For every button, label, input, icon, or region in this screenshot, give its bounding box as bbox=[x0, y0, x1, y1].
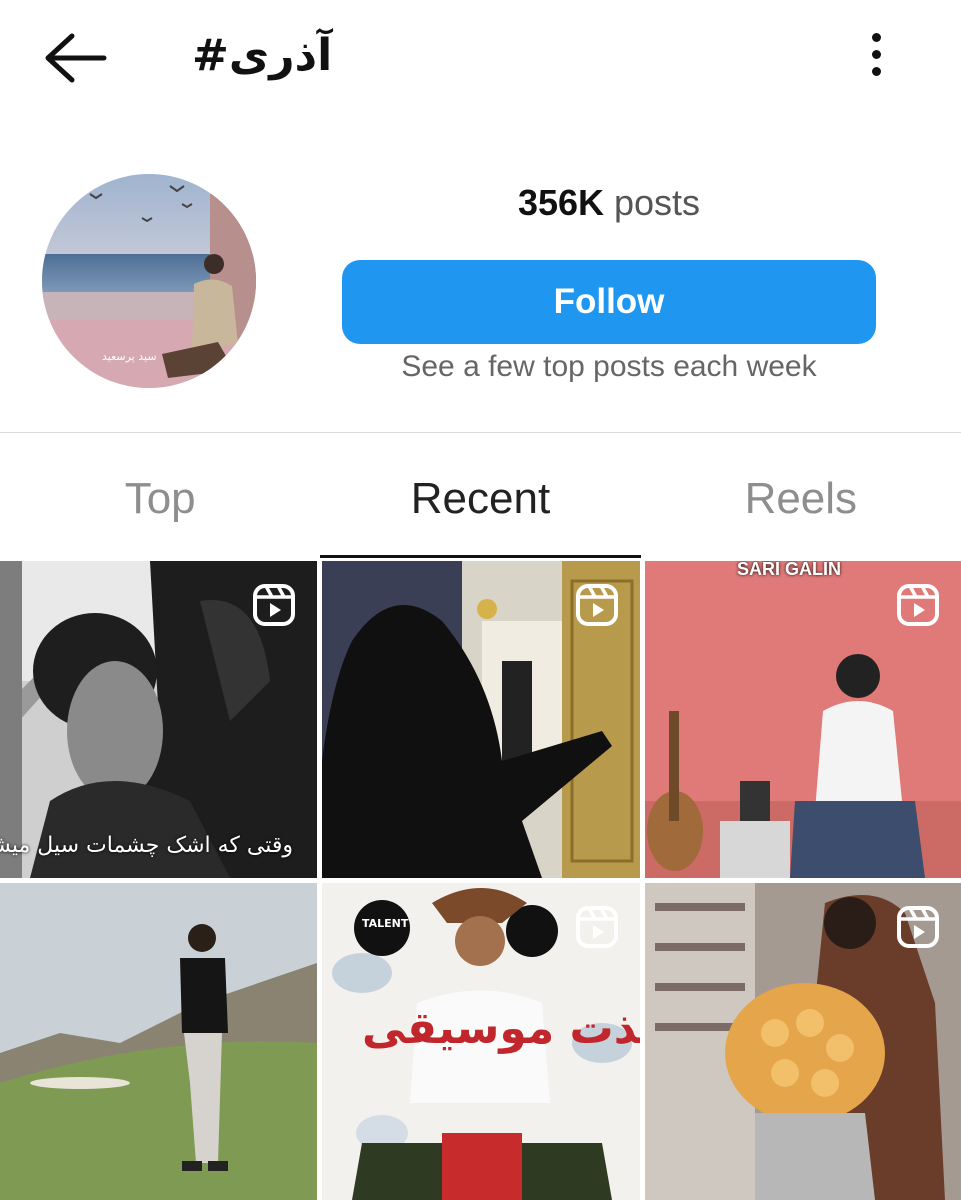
arrow-left-icon bbox=[45, 33, 107, 83]
follow-subtitle: See a few top posts each week bbox=[401, 350, 817, 383]
post-caption: SARI GALIN bbox=[737, 561, 842, 579]
post-thumbnail[interactable] bbox=[0, 883, 317, 1200]
avatar-signature: سید پرسعید bbox=[102, 350, 157, 363]
page-title: #آذری bbox=[192, 30, 333, 81]
post-thumbnail[interactable]: SARI GALIN bbox=[645, 561, 961, 878]
follow-button[interactable]: Follow bbox=[342, 260, 876, 344]
reel-icon bbox=[252, 583, 296, 627]
post-thumbnail[interactable]: شادی و لذت موسیقی TALENT bbox=[322, 883, 640, 1200]
post-thumbnail[interactable] bbox=[645, 883, 961, 1200]
reel-icon bbox=[896, 583, 940, 627]
more-options-button[interactable] bbox=[858, 28, 894, 88]
posts-count: 356K posts bbox=[342, 182, 876, 224]
hashtag-avatar: سید پرسعید bbox=[42, 174, 256, 388]
post-caption: وقتی که اشک چشمات سیل میشه bbox=[0, 833, 293, 858]
tab-bar: Top Recent Reels bbox=[0, 440, 961, 558]
post-image bbox=[0, 883, 317, 1200]
tab-top[interactable]: Top bbox=[0, 440, 320, 558]
posts-grid: وقتی که اشک چشمات سیل میشه SARI GALIN ذت… bbox=[0, 561, 961, 1200]
posts-count-label: posts bbox=[614, 182, 701, 223]
post-caption: شادی و لذت موسیقی bbox=[362, 1003, 640, 1054]
tab-recent[interactable]: Recent bbox=[320, 440, 641, 558]
reel-icon bbox=[896, 905, 940, 949]
top-bar: #آذری bbox=[0, 0, 961, 120]
section-divider bbox=[0, 432, 961, 433]
post-thumbnail[interactable]: وقتی که اشک چشمات سیل میشه bbox=[0, 561, 317, 878]
reel-icon bbox=[575, 583, 619, 627]
more-vertical-icon bbox=[871, 33, 881, 42]
tab-reels[interactable]: Reels bbox=[641, 440, 961, 558]
back-button[interactable] bbox=[38, 28, 110, 88]
reel-icon bbox=[575, 905, 619, 949]
posts-count-value: 356K bbox=[517, 182, 604, 223]
post-badge: TALENT bbox=[362, 917, 409, 930]
post-thumbnail[interactable] bbox=[322, 561, 640, 878]
